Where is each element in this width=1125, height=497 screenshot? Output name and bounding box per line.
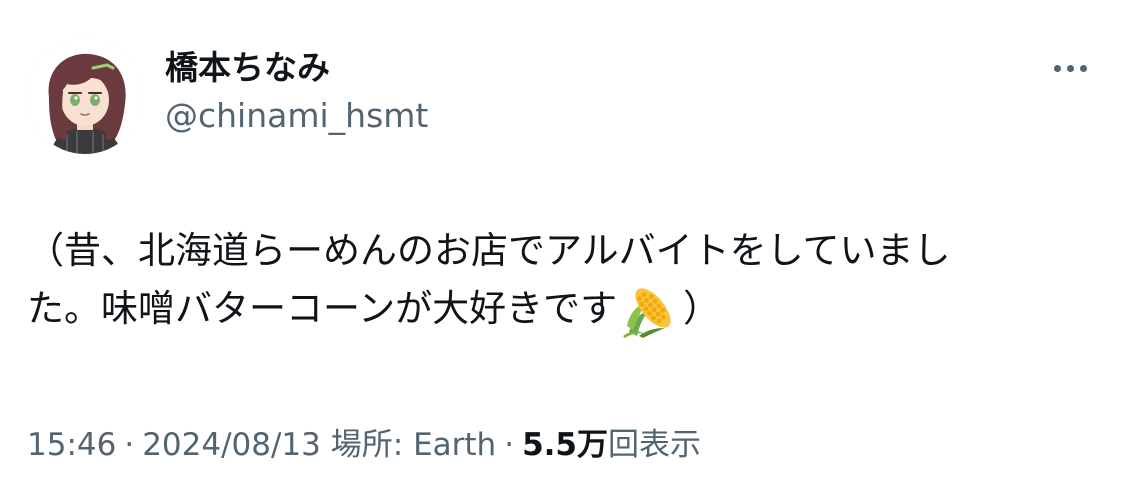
tweet-date[interactable]: 2024/08/13	[142, 427, 321, 463]
meta-separator: ·	[124, 427, 135, 463]
tweet: 橋本ちなみ @chinami_hsmt （昔、北海道らーめんのお店でアルバイトを…	[0, 0, 1125, 497]
tweet-text-line-1: （昔、北海道らーめんのお店でアルバイトをしていまし	[27, 229, 951, 272]
corn-emoji-icon	[619, 280, 681, 338]
views-label: 回表示	[607, 427, 701, 463]
display-name[interactable]: 橋本ちなみ	[165, 48, 330, 88]
place-label: 場所:	[330, 427, 404, 463]
more-horizontal-icon-dot	[1079, 64, 1087, 72]
tweet-text: （昔、北海道らーめんのお店でアルバイトをしていまし た。味噌バターコーンが大好き…	[27, 222, 1097, 338]
tweet-meta: 15:46 · 2024/08/13 場所: Earth · 5.5万回表示	[27, 424, 701, 466]
tweet-text-line-2: た。味噌バターコーンが大好きです ）	[27, 280, 1097, 338]
tweet-time[interactable]: 15:46	[27, 427, 116, 463]
avatar[interactable]	[27, 38, 143, 154]
tweet-text-line-2-after-emoji: ）	[683, 287, 721, 330]
views-count: 5.5万	[522, 427, 608, 463]
meta-separator-2: ·	[504, 427, 515, 463]
more-horizontal-icon	[1053, 64, 1061, 72]
tweet-text-line-2-before-emoji: た。味噌バターコーンが大好きです	[27, 287, 618, 330]
more-options-button[interactable]	[1040, 48, 1100, 88]
more-horizontal-icon-dot	[1066, 64, 1074, 72]
avatar-illustration	[27, 38, 143, 154]
place-value[interactable]: Earth	[413, 427, 496, 463]
user-handle[interactable]: @chinami_hsmt	[165, 96, 428, 136]
